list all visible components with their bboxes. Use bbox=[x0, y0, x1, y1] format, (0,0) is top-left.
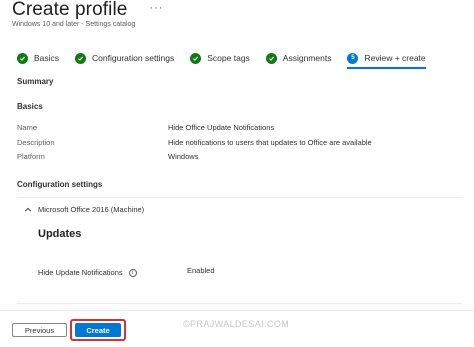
checkmark-icon bbox=[17, 52, 28, 64]
description-label: Description bbox=[17, 138, 55, 147]
setting-value: Enabled bbox=[187, 266, 215, 275]
step-review-create[interactable]: 5 Review + create bbox=[347, 52, 426, 69]
previous-button[interactable]: Previous bbox=[12, 323, 67, 337]
name-value: Hide Office Update Notifications bbox=[168, 123, 275, 132]
name-label: Name bbox=[17, 123, 38, 132]
step-label: Configuration settings bbox=[92, 53, 175, 63]
chevron-up-icon bbox=[24, 207, 32, 212]
footer-bar: Previous Create ©PRAJWALDESAI.COM bbox=[0, 310, 474, 347]
step-label: Scope tags bbox=[207, 53, 250, 63]
platform-label: Platform bbox=[17, 152, 45, 161]
page-subtitle: Windows 10 and later - Settings catalog bbox=[12, 21, 136, 28]
configuration-settings-heading: Configuration settings bbox=[17, 180, 103, 189]
info-icon[interactable]: i bbox=[128, 268, 137, 277]
step-label: Review + create bbox=[364, 53, 426, 63]
checkmark-icon bbox=[265, 52, 277, 64]
step-basics[interactable]: Basics bbox=[17, 52, 60, 64]
checkmark-icon bbox=[190, 52, 202, 64]
setting-row: Hide Update Notifications i bbox=[38, 268, 137, 277]
checkmark-icon bbox=[75, 52, 87, 64]
category-expander[interactable]: Microsoft Office 2016 (Machine) bbox=[24, 205, 144, 214]
step-label: Assignments bbox=[282, 53, 332, 63]
watermark: ©PRAJWALDESAI.COM bbox=[183, 319, 290, 329]
summary-heading: Summary bbox=[17, 77, 54, 86]
step-scope-tags[interactable]: Scope tags bbox=[190, 52, 250, 64]
step-assignments[interactable]: Assignments bbox=[265, 52, 332, 64]
category-label: Microsoft Office 2016 (Machine) bbox=[38, 205, 145, 214]
setting-label: Hide Update Notifications bbox=[38, 268, 123, 277]
divider bbox=[17, 197, 462, 198]
create-button[interactable]: Create bbox=[75, 323, 121, 337]
create-button-highlight: Create bbox=[70, 319, 126, 341]
subcategory-title: Updates bbox=[38, 228, 82, 240]
description-value: Hide notifications to users that updates… bbox=[168, 138, 372, 147]
step-configuration-settings[interactable]: Configuration settings bbox=[75, 52, 175, 64]
step-label: Basics bbox=[34, 53, 60, 63]
page-title: Create profile bbox=[12, 0, 128, 20]
divider bbox=[17, 303, 462, 304]
basics-heading: Basics bbox=[17, 102, 43, 111]
platform-value: Windows bbox=[168, 152, 199, 161]
more-options-icon[interactable]: ··· bbox=[149, 2, 163, 14]
step-number-icon: 5 bbox=[347, 52, 359, 64]
wizard-steps: Basics Configuration settings Scope tags… bbox=[17, 50, 442, 69]
step-number: 5 bbox=[351, 55, 355, 61]
page-header: Create profile ··· Windows 10 and later … bbox=[12, 0, 163, 28]
